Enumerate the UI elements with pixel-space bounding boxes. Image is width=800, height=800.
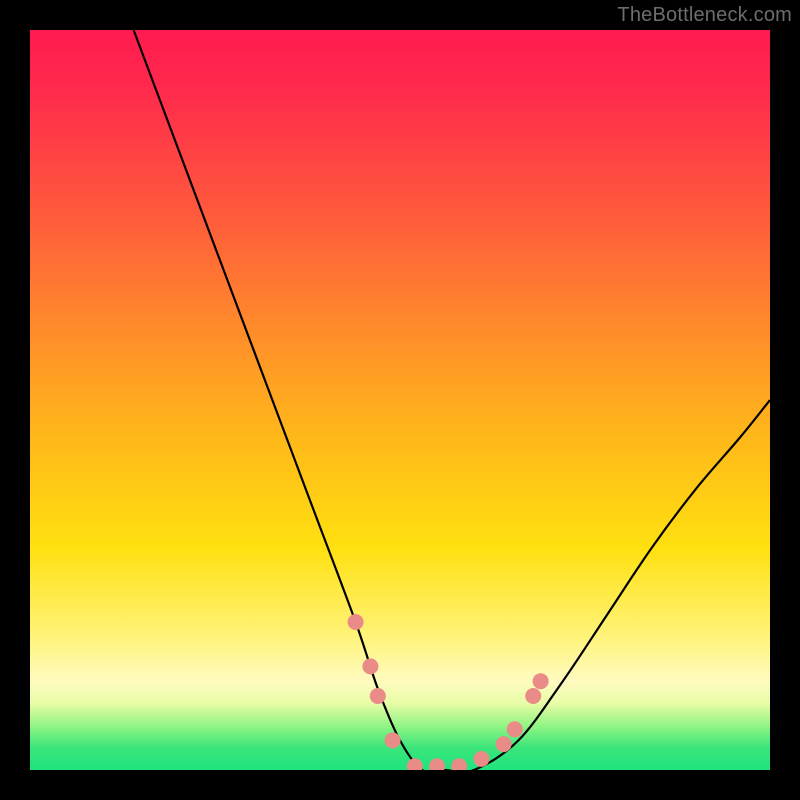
highlight-dot — [385, 732, 401, 748]
highlight-markers — [348, 614, 549, 770]
highlight-dot — [473, 751, 489, 767]
highlight-dot — [348, 614, 364, 630]
highlight-dot — [370, 688, 386, 704]
highlight-dot — [525, 688, 541, 704]
highlight-dot — [507, 721, 523, 737]
highlight-dot — [429, 758, 445, 770]
highlight-dot — [362, 658, 378, 674]
chart-plot-area — [30, 30, 770, 770]
highlight-dot — [533, 673, 549, 689]
highlight-dot — [496, 736, 512, 752]
chart-frame: TheBottleneck.com — [0, 0, 800, 800]
highlight-dot — [451, 758, 467, 770]
bottleneck-curve — [134, 30, 770, 770]
highlight-dot — [407, 758, 423, 770]
chart-svg — [30, 30, 770, 770]
watermark-text: TheBottleneck.com — [617, 4, 792, 27]
